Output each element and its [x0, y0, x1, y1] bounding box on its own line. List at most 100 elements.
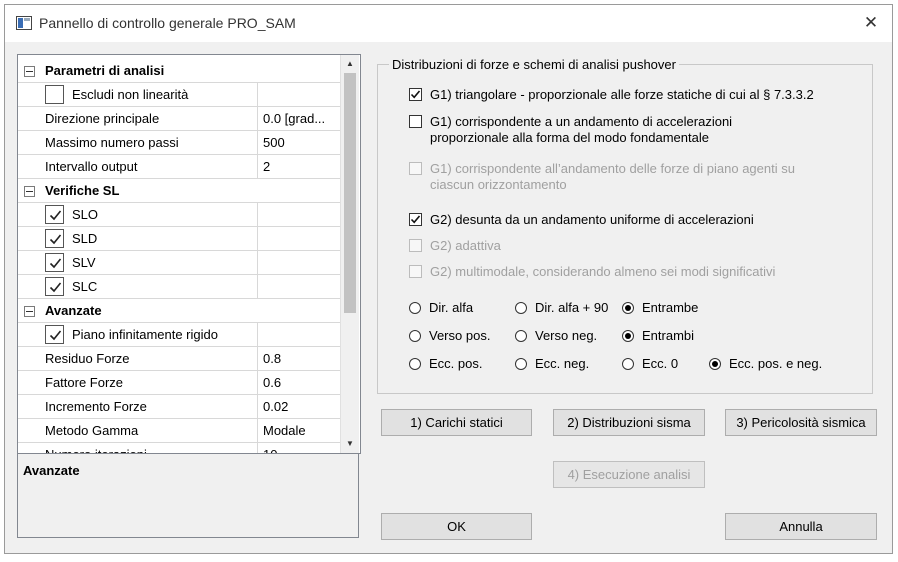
grid-property-row[interactable]: Massimo numero passi 500 — [18, 131, 340, 155]
radio-label[interactable]: Ecc. 0 — [642, 356, 678, 371]
grid-property-value[interactable] — [258, 275, 340, 299]
pericolosita-sismica-button[interactable]: 3) Pericolosità sismica — [725, 409, 877, 436]
grid-property-row[interactable]: Direzione principale 0.0 [grad... — [18, 107, 340, 131]
radio-button[interactable] — [709, 358, 721, 370]
grid-property-value[interactable]: 0.6 — [258, 371, 340, 395]
annulla-button[interactable]: Annulla — [725, 513, 877, 540]
pushover-option-label[interactable]: G2) desunta da un andamento uniforme di … — [430, 212, 754, 228]
grid-property-value[interactable]: Modale — [258, 419, 340, 443]
pushover-option-checkbox[interactable] — [409, 88, 422, 101]
pushover-option-label[interactable]: G1) corrispondente all’andamento delle f… — [430, 161, 795, 193]
grid-checkbox[interactable] — [45, 205, 64, 224]
grid-property-row[interactable]: SLV — [18, 251, 340, 275]
radio-button[interactable] — [409, 302, 421, 314]
radio-button[interactable] — [409, 358, 421, 370]
pushover-option-checkbox[interactable] — [409, 265, 422, 278]
pushover-option-checkbox[interactable] — [409, 162, 422, 175]
option-line-1: G2) adattiva — [430, 238, 501, 253]
radio-label[interactable]: Dir. alfa — [429, 300, 473, 315]
radio-label[interactable]: Verso neg. — [535, 328, 597, 343]
grid-checkbox[interactable] — [45, 253, 64, 272]
grid-property-row[interactable]: Incremento Forze 0.02 — [18, 395, 340, 419]
collapse-icon[interactable] — [24, 306, 35, 317]
grid-property-row[interactable]: Fattore Forze 0.6 — [18, 371, 340, 395]
radio-button[interactable] — [515, 302, 527, 314]
radio-button[interactable] — [515, 330, 527, 342]
grid-property-row[interactable]: Intervallo output 2 — [18, 155, 340, 179]
scroll-thumb[interactable] — [344, 73, 356, 313]
checkmark-icon — [49, 234, 62, 245]
grid-property-value[interactable]: 0.0 [grad... — [258, 107, 340, 131]
radio-label[interactable]: Ecc. neg. — [535, 356, 589, 371]
pushover-option-label[interactable]: G2) multimodale, considerando almeno sei… — [430, 264, 775, 280]
distribuzioni-sisma-button[interactable]: 2) Distribuzioni sisma — [553, 409, 705, 436]
radio-button[interactable] — [409, 330, 421, 342]
pushover-option-checkbox[interactable] — [409, 239, 422, 252]
collapse-icon[interactable] — [24, 186, 35, 197]
scroll-up-icon[interactable]: ▲ — [341, 55, 359, 73]
option-line-1: G1) triangolare - proporzionale alle for… — [430, 87, 814, 102]
pushover-option-checkbox[interactable] — [409, 213, 422, 226]
grid-category-row[interactable]: Verifiche SL — [18, 179, 340, 203]
grid-property-row[interactable]: Residuo Forze 0.8 — [18, 347, 340, 371]
radio-label[interactable]: Entrambe — [642, 300, 698, 315]
option-line-1: G1) corrispondente all’andamento delle f… — [430, 161, 795, 176]
description-title: Avanzate — [23, 463, 80, 478]
grid-checkbox[interactable] — [45, 277, 64, 296]
grid-property-value[interactable] — [258, 323, 340, 347]
grid-property-row[interactable]: Piano infinitamente rigido — [18, 323, 340, 347]
option-line-2: proporzionale alla forma del modo fondam… — [430, 130, 709, 145]
pushover-option-label[interactable]: G2) adattiva — [430, 238, 501, 254]
grid-checkbox[interactable] — [45, 85, 64, 104]
description-panel: Avanzate — [17, 453, 359, 538]
scroll-down-icon[interactable]: ▼ — [341, 435, 359, 453]
close-icon[interactable]: ✕ — [858, 11, 884, 35]
grid-property-row[interactable]: SLO — [18, 203, 340, 227]
grid-property-row[interactable]: Metodo Gamma Modale — [18, 419, 340, 443]
grid-property-value[interactable] — [258, 251, 340, 275]
esecuzione-analisi-button[interactable]: 4) Esecuzione analisi — [553, 461, 705, 488]
grid-property-value[interactable]: 2 — [258, 155, 340, 179]
grid-category-row[interactable]: Parametri di analisi — [18, 59, 340, 83]
carichi-statici-button[interactable]: 1) Carichi statici — [381, 409, 532, 436]
grid-category-row[interactable]: Avanzate — [18, 299, 340, 323]
grid-property-row[interactable]: SLD — [18, 227, 340, 251]
grid-property-value[interactable]: 0.8 — [258, 347, 340, 371]
radio-dot — [625, 305, 631, 311]
grid-category-label: Avanzate — [18, 299, 340, 323]
radio-button[interactable] — [622, 330, 634, 342]
grid-property-name: Incremento Forze — [18, 395, 258, 419]
grid-property-row[interactable]: Escludi non linearità — [18, 83, 340, 107]
grid-property-value[interactable]: 500 — [258, 131, 340, 155]
grid-checkbox[interactable] — [45, 229, 64, 248]
collapse-icon[interactable] — [24, 66, 35, 77]
grid-property-value[interactable] — [258, 203, 340, 227]
grid-property-value[interactable]: 0.02 — [258, 395, 340, 419]
radio-label[interactable]: Verso pos. — [429, 328, 490, 343]
grid-property-row[interactable]: SLC — [18, 275, 340, 299]
radio-button[interactable] — [515, 358, 527, 370]
property-grid[interactable]: Parametri di analisi Escludi non linearit… — [17, 54, 361, 454]
grid-category-label: Verifiche SL — [18, 179, 340, 203]
grid-scrollbar[interactable]: ▲ ▼ — [340, 55, 359, 453]
grid-property-name: Fattore Forze — [18, 371, 258, 395]
grid-property-name: Direzione principale — [18, 107, 258, 131]
radio-label[interactable]: Dir. alfa + 90 — [535, 300, 608, 315]
radio-label[interactable]: Entrambi — [642, 328, 694, 343]
grid-property-name: Residuo Forze — [18, 347, 258, 371]
grid-category-label: Parametri di analisi — [18, 59, 340, 83]
grid-property-value[interactable] — [258, 83, 340, 107]
window-title: Pannello di controllo generale PRO_SAM — [39, 15, 296, 31]
pushover-option-label[interactable]: G1) triangolare - proporzionale alle for… — [430, 87, 814, 103]
radio-label[interactable]: Ecc. pos. — [429, 356, 482, 371]
pushover-option-label[interactable]: G1) corrispondente a un andamento di acc… — [430, 114, 732, 146]
checkmark-icon — [49, 330, 62, 341]
radio-button[interactable] — [622, 302, 634, 314]
pushover-option-checkbox[interactable] — [409, 115, 422, 128]
grid-property-value[interactable] — [258, 227, 340, 251]
radio-label[interactable]: Ecc. pos. e neg. — [729, 356, 822, 371]
grid-property-name: Massimo numero passi — [18, 131, 258, 155]
ok-button[interactable]: OK — [381, 513, 532, 540]
grid-checkbox[interactable] — [45, 325, 64, 344]
radio-button[interactable] — [622, 358, 634, 370]
